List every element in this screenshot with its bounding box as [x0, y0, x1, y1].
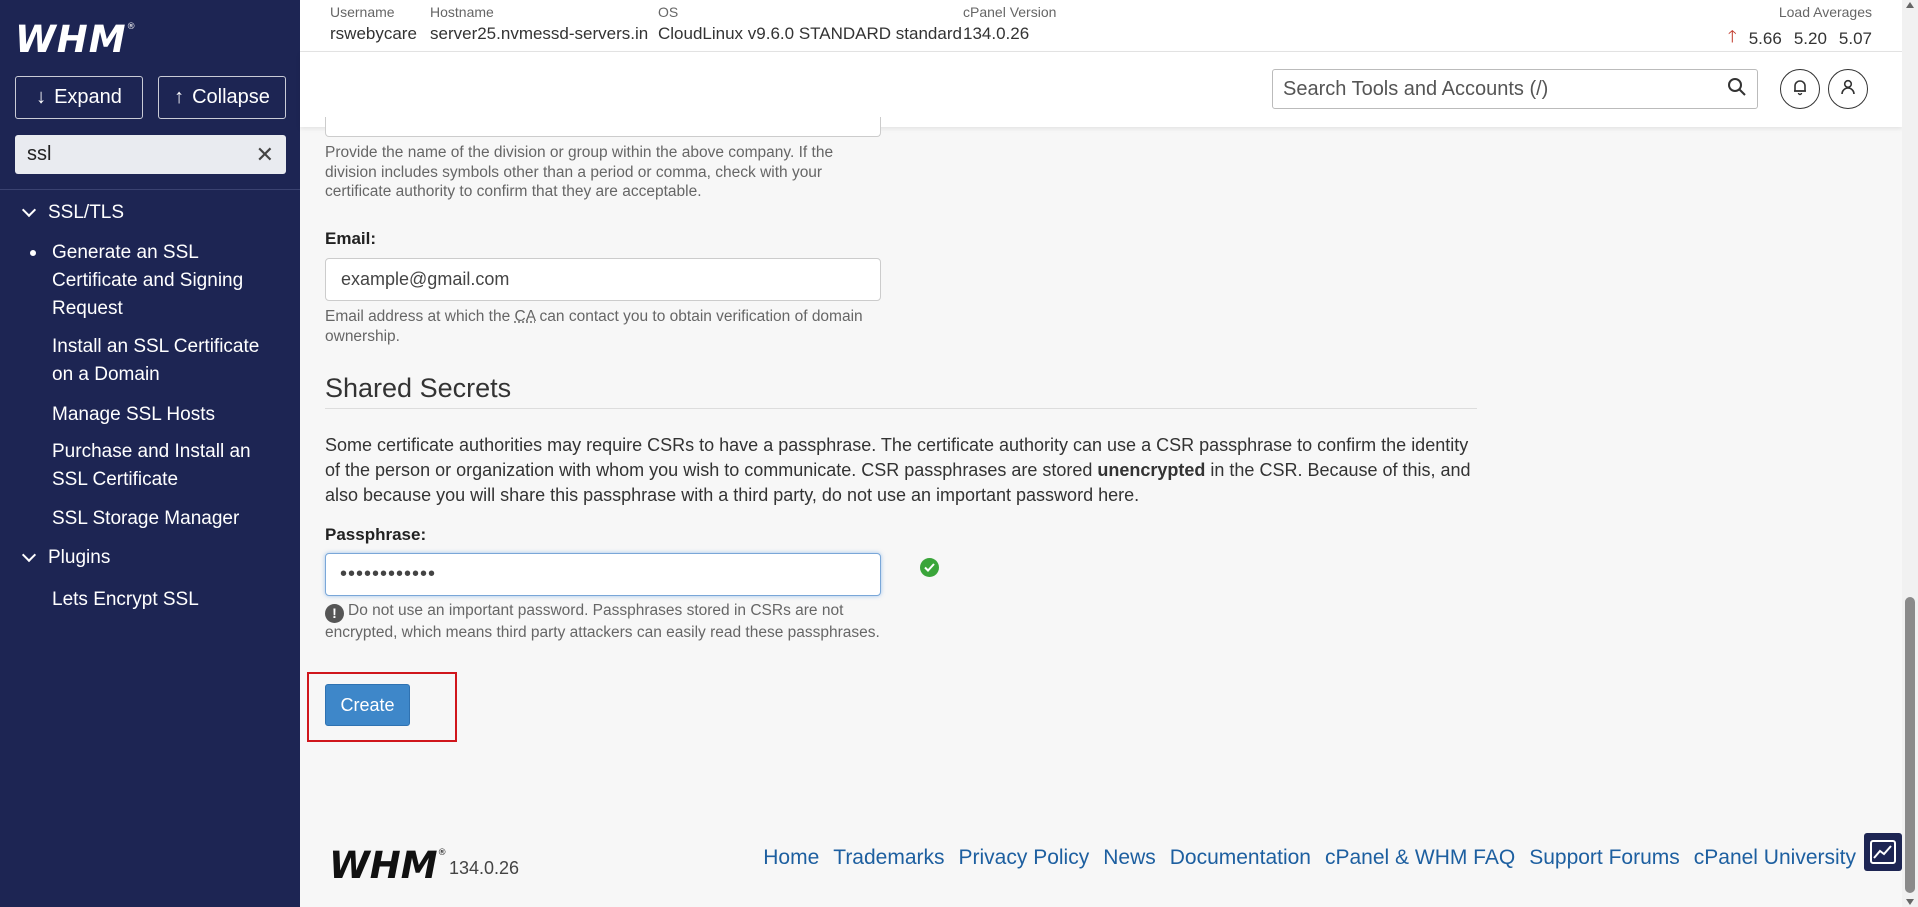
notifications-button[interactable]	[1780, 69, 1820, 109]
division-help-text: Provide the name of the division or grou…	[325, 144, 834, 200]
load-averages: Load Averages 🡑 5.66 5.20 5.07	[1728, 4, 1872, 53]
ca-abbreviation: CA	[514, 308, 536, 325]
username-info: Username rswebycare	[330, 4, 417, 44]
load-trend-up-icon: 🡑	[1727, 27, 1737, 46]
sidebar-item-label: Generate an SSL Certificate and Signing …	[52, 242, 244, 319]
sidebar-item-install-ssl-certificate[interactable]: Install an SSL Certificate on a Domain	[52, 333, 282, 389]
os-value: CloudLinux v9.6.0 STANDARD standard	[658, 24, 962, 43]
analytics-chart-icon[interactable]	[1864, 833, 1902, 871]
search-tools-box	[1272, 69, 1758, 109]
footer-link-documentation[interactable]: Documentation	[1170, 846, 1311, 870]
sidebar-divider	[0, 189, 300, 190]
user-icon	[1839, 78, 1857, 101]
footer-link-faq[interactable]: cPanel & WHM FAQ	[1325, 846, 1515, 870]
footer-link-support-forums[interactable]: Support Forums	[1529, 846, 1680, 870]
hostname-label: Hostname	[430, 4, 494, 20]
search-tools-input[interactable]	[1283, 77, 1727, 101]
sidebar-item-label: Install an SSL Certificate on a Domain	[52, 336, 260, 385]
unencrypted-emphasis: unencrypted	[1097, 460, 1206, 480]
footer-version: 134.0.26	[449, 858, 520, 878]
hostname-info: Hostname server25.nvmessd-servers.in	[430, 4, 648, 44]
sidebar-item-manage-ssl-hosts[interactable]: Manage SSL Hosts	[52, 401, 282, 429]
email-help-text: Email address at which the CA can contac…	[325, 308, 863, 345]
sidebar-item-purchase-ssl-certificate[interactable]: Purchase and Install an SSL Certificate	[52, 438, 282, 494]
sidebar-item-label: Purchase and Install an SSL Certificate	[52, 441, 251, 490]
sidebar-item-label: Manage SSL Hosts	[52, 404, 215, 425]
email-field[interactable]	[325, 258, 881, 301]
arrow-down-icon: ↓	[36, 86, 47, 108]
load-averages-label: Load Averages	[1778, 4, 1872, 20]
passphrase-warning-text: Do not use an important password. Passph…	[325, 602, 880, 642]
sidebar-item-lets-encrypt-ssl[interactable]: Lets Encrypt SSL	[52, 586, 282, 614]
collapse-button-label: Collapse	[192, 86, 270, 108]
create-button[interactable]: Create	[325, 684, 410, 726]
user-account-button[interactable]	[1828, 69, 1868, 109]
cpanel-version-info: cPanel Version 134.0.26	[963, 4, 1056, 44]
search-icon[interactable]	[1727, 77, 1747, 102]
passphrase-field[interactable]	[325, 553, 881, 596]
footer-links: Home Trademarks Privacy Policy News Docu…	[763, 846, 1856, 870]
whm-logo[interactable]: WHM®	[15, 18, 137, 61]
arrow-up-icon: ↑	[174, 86, 185, 108]
username-label: Username	[330, 4, 395, 20]
division-input[interactable]	[325, 117, 881, 137]
sidebar-search-input[interactable]: ssl ✕	[15, 135, 286, 174]
email-label: Email:	[325, 229, 377, 248]
sidebar-item-label: Lets Encrypt SSL	[52, 589, 199, 610]
valid-check-icon	[920, 558, 939, 577]
shared-secrets-description: Some certificate authorities may require…	[325, 435, 1471, 505]
os-info: OS CloudLinux v9.6.0 STANDARD standard	[658, 4, 962, 44]
passphrase-warning: ! Do not use an important password. Passp…	[325, 601, 885, 643]
shared-secrets-heading: Shared Secrets	[325, 373, 512, 403]
sidebar-item-label: SSL Storage Manager	[52, 508, 240, 529]
load-average-5: 5.20	[1793, 28, 1827, 48]
passphrase-label: Passphrase:	[325, 525, 427, 544]
expand-button-label: Expand	[54, 86, 122, 108]
footer-link-cpanel-university[interactable]: cPanel University	[1694, 846, 1856, 870]
sidebar-category-ssl-tls[interactable]: SSL/TLS	[21, 202, 125, 224]
sidebar-category-label: Plugins	[48, 547, 111, 568]
clear-icon[interactable]: ✕	[256, 142, 274, 168]
exclamation-icon: !	[325, 604, 344, 624]
top-toolbar	[300, 52, 1902, 127]
username-value: rswebycare	[330, 24, 417, 43]
footer-link-trademarks[interactable]: Trademarks	[833, 846, 944, 870]
cpanel-version-value: 134.0.26	[963, 24, 1030, 43]
section-divider	[325, 408, 1477, 409]
expand-button[interactable]: ↓ Expand	[15, 76, 143, 119]
sidebar-item-generate-ssl-csr[interactable]: Generate an SSL Certificate and Signing …	[30, 239, 282, 323]
scroll-thumb[interactable]	[1905, 597, 1915, 893]
sidebar-category-plugins[interactable]: Plugins	[21, 547, 111, 569]
load-average-1: 5.66	[1748, 28, 1782, 48]
hostname-value: server25.nvmessd-servers.in	[430, 24, 649, 43]
os-label: OS	[658, 4, 679, 20]
chevron-down-icon	[21, 202, 37, 218]
load-average-15: 5.07	[1838, 28, 1872, 48]
scroll-up-arrow-icon[interactable]	[1906, 2, 1914, 8]
page-scrollbar[interactable]	[1902, 0, 1918, 907]
sidebar: WHM® ↓ Expand ↑ Collapse ssl ✕ SSL/TLS G…	[0, 0, 300, 907]
footer-link-home[interactable]: Home	[763, 846, 819, 870]
sidebar-category-label: SSL/TLS	[48, 202, 125, 223]
active-bullet-icon	[30, 250, 36, 256]
collapse-button[interactable]: ↑ Collapse	[158, 76, 286, 119]
scroll-down-arrow-icon[interactable]	[1906, 899, 1914, 905]
footer-link-news[interactable]: News	[1103, 846, 1156, 870]
bell-icon	[1791, 78, 1809, 101]
server-info-bar: Username rswebycare Hostname server25.nv…	[300, 0, 1902, 52]
sidebar-item-ssl-storage-manager[interactable]: SSL Storage Manager	[52, 505, 282, 533]
footer-link-privacy-policy[interactable]: Privacy Policy	[959, 846, 1090, 870]
cpanel-version-label: cPanel Version	[963, 4, 1057, 20]
chevron-down-icon	[21, 547, 37, 563]
sidebar-search-value: ssl	[27, 143, 52, 165]
footer-whm-logo: WHM®	[329, 844, 447, 887]
